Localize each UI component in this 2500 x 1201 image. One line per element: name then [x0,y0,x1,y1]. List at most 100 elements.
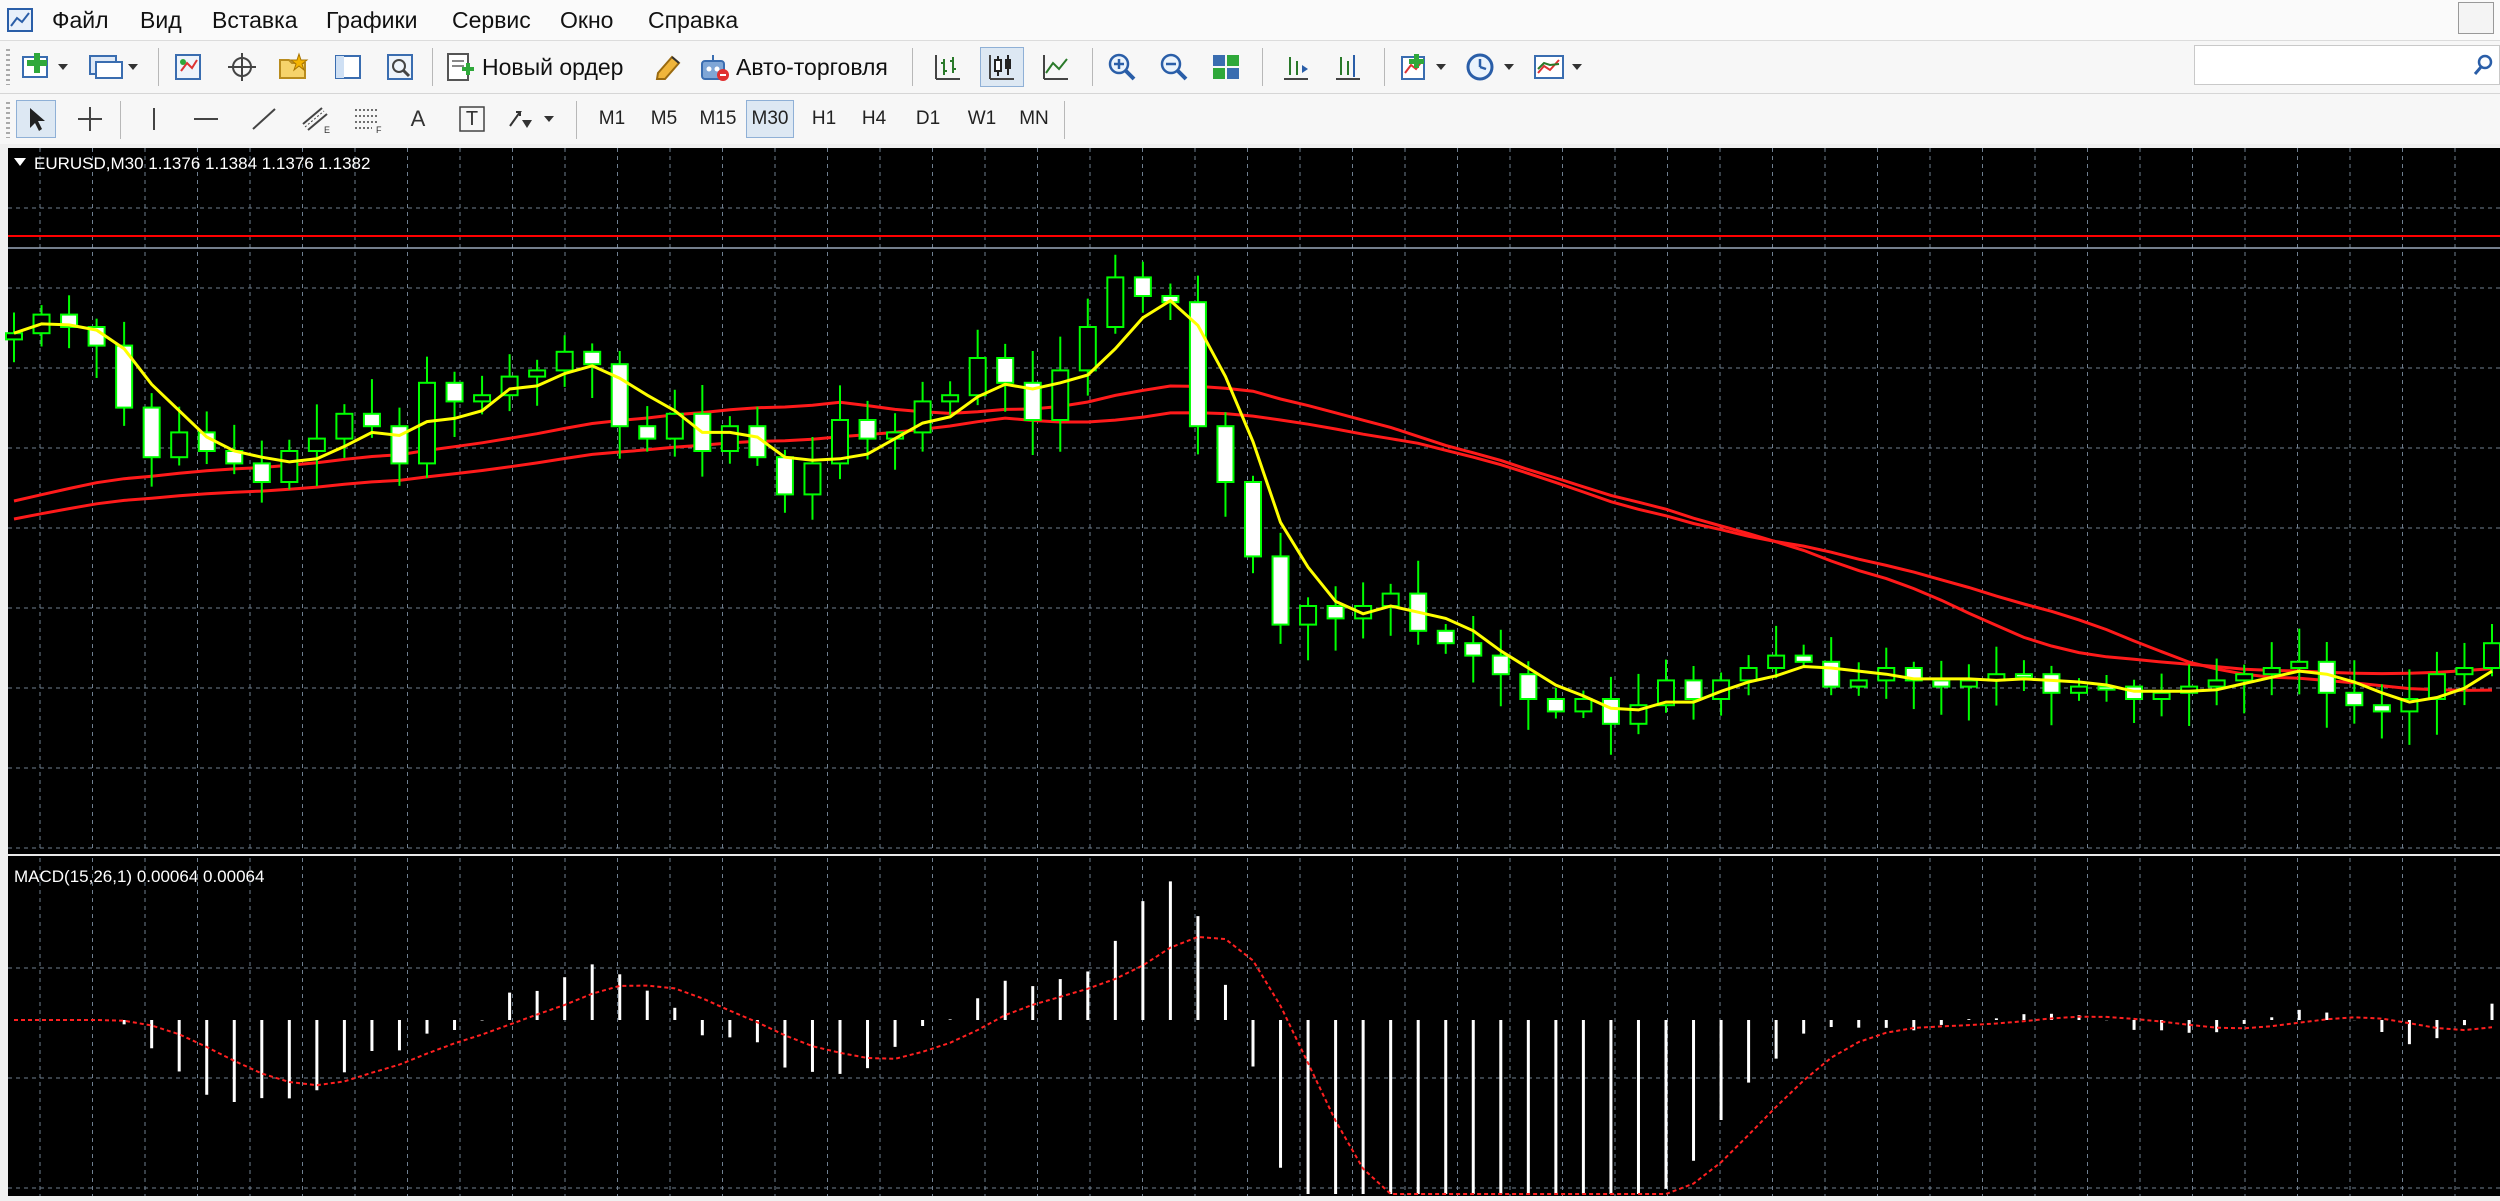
auto-scroll-button[interactable] [1328,49,1368,85]
window-restore-button[interactable] [2458,2,2494,34]
candle-body [2207,679,2226,688]
candle-body [1767,654,1786,670]
fibonacci-tool-button[interactable]: F [348,100,388,138]
crosshair-icon [78,107,102,131]
terminal-button[interactable] [328,49,368,85]
candle-body [1574,698,1593,713]
crosshair-tool-button[interactable] [70,100,110,138]
app-icon[interactable] [6,6,34,34]
bar-chart-button[interactable] [928,49,968,85]
candle-body [1436,629,1455,645]
bar-chart-icon [935,55,960,80]
horizontal-line-tool-button[interactable] [186,100,226,138]
vertical-line-tool-button[interactable] [136,100,172,138]
search-icon [2473,54,2493,75]
arrows-tool-button[interactable] [504,100,560,138]
tester-magnifier-icon [387,54,413,80]
timeframe-m5[interactable]: M5 [642,100,686,138]
timeframe-m30[interactable]: M30 [746,100,794,138]
strategy-tester-button[interactable] [380,49,420,85]
autotrading-button[interactable]: Авто-торговля [698,47,898,87]
timeframe-mn[interactable]: MN [1012,100,1056,138]
line-chart-button[interactable] [1036,49,1076,85]
candle-body [1216,425,1235,484]
timeframe-m1[interactable]: M1 [590,100,634,138]
timeframe-m15[interactable]: M15 [694,100,742,138]
indicators-button[interactable] [1396,49,1452,85]
channel-tool-button[interactable]: E [296,100,336,138]
zoom-out-button[interactable] [1154,49,1194,85]
timeframe-h1[interactable]: H1 [802,100,846,138]
candle-body [1959,679,1978,688]
candle-body [1849,679,1868,688]
svg-text:E: E [324,125,330,134]
candle-body [803,462,822,496]
candle-body [968,357,987,397]
candle-body [1299,605,1318,626]
templates-button[interactable] [1530,49,1590,85]
menu-view[interactable]: Вид [140,0,182,40]
new-order-button[interactable]: Новый ордер [444,47,632,87]
terminal-window-icon [335,55,361,79]
new-order-icon [447,53,474,81]
candle-body [2483,642,2500,670]
menu-window[interactable]: Окно [560,0,613,40]
candlestick-chart-button[interactable] [980,47,1024,87]
timeframe-d1[interactable]: D1 [906,100,950,138]
periods-button[interactable] [1462,49,1522,85]
candle-body [1932,679,1951,688]
equidistant-channel-icon: E [302,107,330,134]
profiles-button[interactable] [84,49,144,85]
vertical-line-icon [153,108,155,130]
candle-body [1519,673,1538,701]
menu-charts[interactable]: Графики [326,0,417,40]
market-watch-button[interactable] [168,49,208,85]
new-chart-icon [22,53,68,78]
chart-window: EURUSD,M30 1.1376 1.1384 1.1376 1.1382 M… [0,144,2500,1196]
toolbar-grip-2[interactable] [6,102,10,138]
profiles-icon [89,55,138,79]
navigator-button[interactable] [274,49,314,85]
candle-body [307,437,326,453]
metaeditor-icon [655,55,681,80]
trendline-tool-button[interactable] [244,100,284,138]
timeframe-w1[interactable]: W1 [960,100,1004,138]
candle-body [1078,326,1097,372]
menu-insert[interactable]: Вставка [212,0,298,40]
candle-body [1244,481,1262,558]
market-watch-icon [175,54,201,80]
text-label-tool-button[interactable]: T [452,100,492,138]
candle-body [2290,660,2309,669]
menu-tools[interactable]: Сервис [452,0,531,40]
chart-shift-button[interactable] [1276,49,1316,85]
chart-canvas[interactable]: EURUSD,M30 1.1376 1.1384 1.1376 1.1382 M… [0,144,2500,1196]
timeframe-h4[interactable]: H4 [852,100,896,138]
toolbar-grip[interactable] [6,49,10,85]
candle-body [5,332,23,341]
menu-help[interactable]: Справка [648,0,738,40]
candle-body [2152,691,2171,700]
candle-body [170,431,189,459]
menu-bar: Файл Вид Вставка Графики Сервис Окно Спр… [0,0,2500,41]
candle-body [2345,691,2364,707]
candle-body [720,425,739,453]
cursor-tool-button[interactable] [16,100,56,138]
data-window-button[interactable] [222,49,262,85]
navigator-folder-star-icon [279,52,309,79]
search-input[interactable] [2194,45,2500,85]
metaeditor-button[interactable] [648,49,688,85]
tile-windows-button[interactable] [1206,49,1246,85]
candle-body [2372,704,2391,713]
candle-body [528,369,547,378]
menu-file[interactable]: Файл [52,0,109,40]
text-tool-label: A [410,106,426,131]
candle-body [941,394,960,403]
new-chart-button[interactable] [18,49,74,85]
candle-body [1381,592,1400,608]
text-tool-button[interactable]: A [400,100,436,138]
candle-body [1601,698,1620,725]
chart-symbol-header: EURUSD,M30 1.1376 1.1384 1.1376 1.1382 [34,154,370,173]
candle-body [335,412,354,440]
zoom-in-button[interactable] [1102,49,1142,85]
candle-body [1684,679,1703,701]
